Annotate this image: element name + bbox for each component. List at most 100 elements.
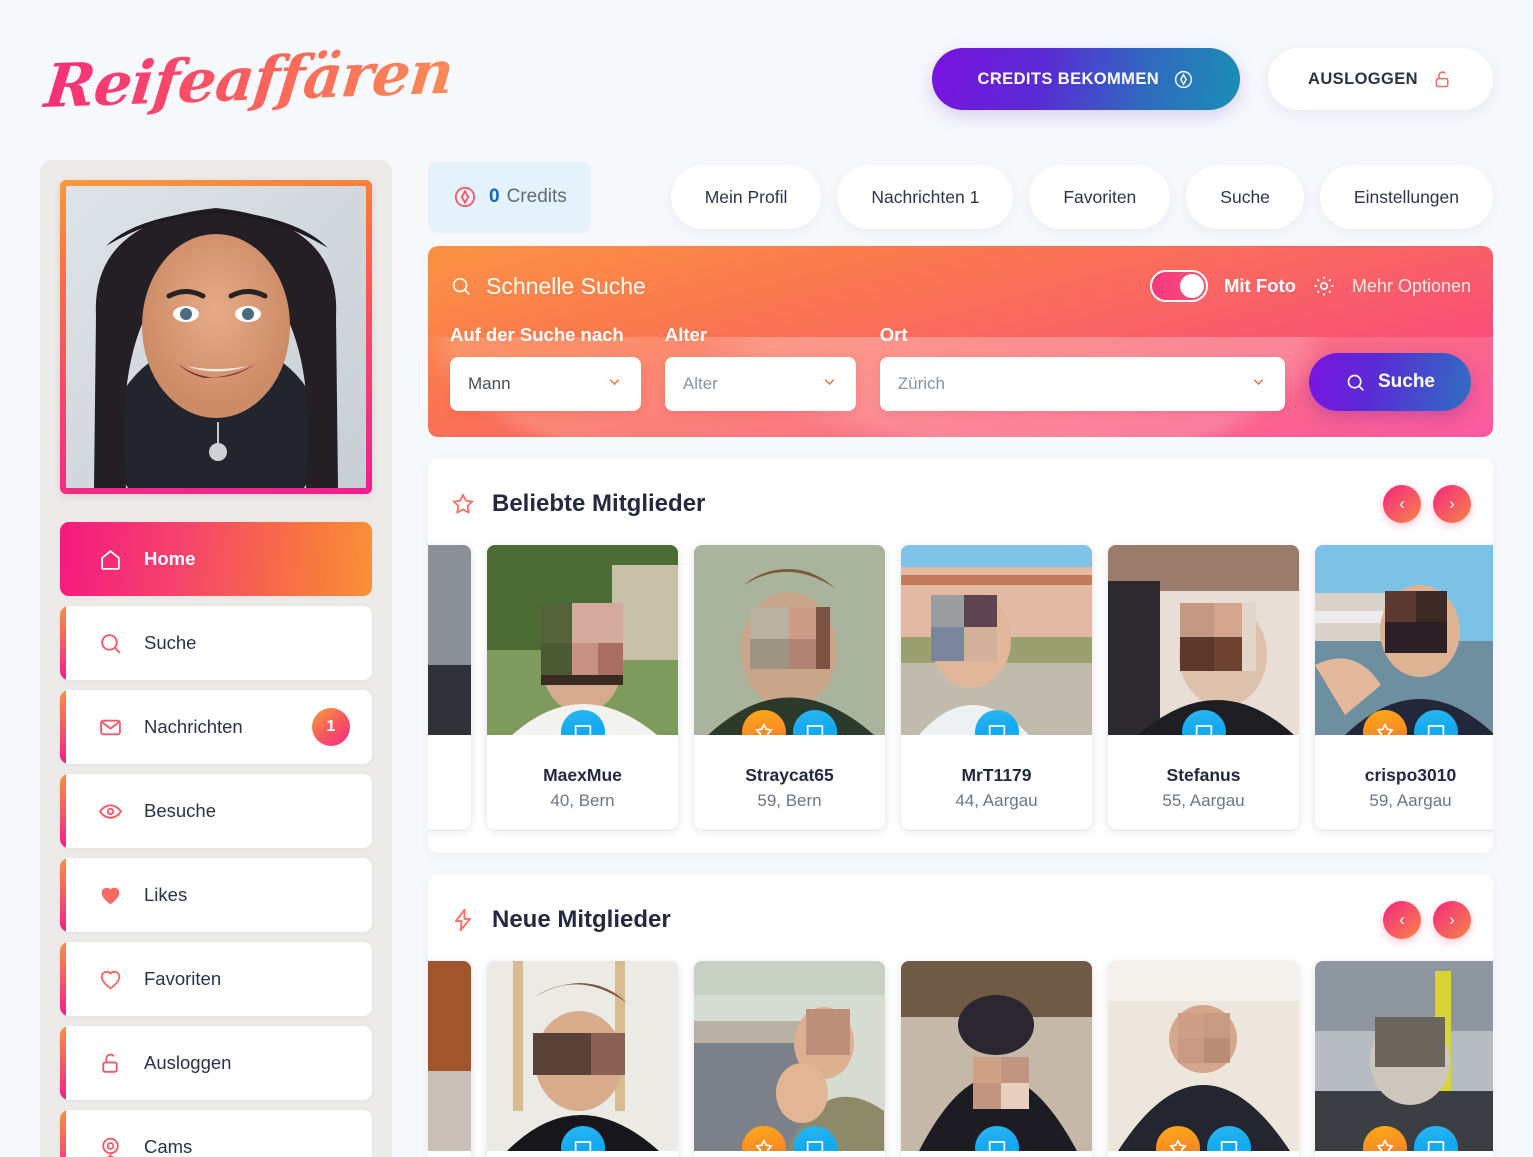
tab-mein-profil[interactable]: Mein Profil bbox=[670, 165, 822, 229]
mail-icon bbox=[98, 715, 128, 740]
member-photo bbox=[1315, 961, 1493, 1151]
tab-nachrichten[interactable]: Nachrichten 1 bbox=[837, 165, 1014, 229]
get-credits-button[interactable]: CREDITS BEKOMMEN bbox=[931, 48, 1241, 110]
more-options-link[interactable]: Mehr Optionen bbox=[1352, 276, 1471, 297]
member-info: MrT1179 44, Aargau bbox=[901, 735, 1092, 829]
member-name: MrT1179 bbox=[961, 765, 1032, 785]
sidebar-item-favoriten[interactable]: Favoriten bbox=[60, 942, 372, 1016]
nav-tabs: Mein Profil Nachrichten 1 Favoriten Such… bbox=[670, 165, 1493, 229]
favorite-button[interactable] bbox=[1363, 710, 1407, 735]
main-content: 0 Credits Mein Profil Nachrichten 1 Favo… bbox=[428, 160, 1493, 1157]
chat-button[interactable] bbox=[793, 1126, 837, 1151]
chat-button[interactable] bbox=[974, 710, 1019, 735]
favorite-button[interactable] bbox=[1363, 1126, 1407, 1151]
member-photo bbox=[487, 545, 678, 735]
age-value: Alter bbox=[682, 374, 718, 393]
get-credits-label: CREDITS BEKOMMEN bbox=[977, 69, 1160, 88]
location-select[interactable]: Zürich bbox=[879, 357, 1285, 411]
member-card[interactable]: crispo3010 59, Aargau bbox=[1315, 545, 1493, 829]
chat-button[interactable] bbox=[1414, 1126, 1458, 1151]
gear-icon[interactable] bbox=[1312, 274, 1336, 298]
credits-label: Credits bbox=[506, 186, 567, 207]
chat-button[interactable] bbox=[974, 1126, 1019, 1151]
chat-button[interactable] bbox=[1207, 1126, 1251, 1151]
member-card-partial[interactable] bbox=[428, 545, 471, 829]
carousel-next-button[interactable]: › bbox=[1433, 901, 1471, 939]
member-card[interactable]: Straycat65 59, Bern bbox=[694, 545, 885, 829]
field-looking-for: Auf der Suche nach Mann bbox=[450, 324, 641, 411]
carousel-prev-button[interactable]: ‹ bbox=[1383, 485, 1421, 523]
chevron-down-icon bbox=[606, 373, 623, 395]
member-actions bbox=[487, 710, 678, 735]
looking-for-value: Mann bbox=[468, 374, 511, 393]
popular-members-carousel[interactable]: MaexMue 40, Bern Straycat65 59, Bern MrT… bbox=[428, 545, 1493, 829]
member-actions bbox=[1108, 710, 1299, 735]
credits-badge[interactable]: 0 Credits bbox=[428, 161, 591, 233]
sidebar-item-suche[interactable]: Suche bbox=[60, 606, 372, 680]
chat-button[interactable] bbox=[1181, 710, 1226, 735]
member-actions bbox=[694, 710, 885, 735]
member-photo bbox=[901, 545, 1092, 735]
sidebar-item-label: Ausloggen bbox=[144, 1052, 232, 1073]
sidebar-item-cams[interactable]: Cams bbox=[60, 1110, 372, 1157]
page-layout: Home Suche Nachrichten 1 Besuche Likes F… bbox=[0, 160, 1533, 1157]
sidebar-item-nachrichten[interactable]: Nachrichten 1 bbox=[60, 690, 372, 764]
search-icon bbox=[450, 275, 472, 297]
favorite-button[interactable] bbox=[1156, 1126, 1200, 1151]
member-info: crispo3010 59, Aargau bbox=[1315, 735, 1493, 829]
member-card[interactable] bbox=[1108, 961, 1299, 1157]
favorite-button[interactable] bbox=[742, 1126, 786, 1151]
search-submit-button[interactable]: Suche bbox=[1308, 353, 1471, 411]
credit-diamond-icon bbox=[452, 184, 478, 210]
member-card[interactable] bbox=[487, 961, 678, 1157]
member-card[interactable]: MrT1179 44, Aargau bbox=[901, 545, 1092, 829]
sidebar-item-likes[interactable]: Likes bbox=[60, 858, 372, 932]
member-info bbox=[428, 1151, 471, 1157]
quick-search-input[interactable]: Schnelle Suche bbox=[450, 273, 646, 300]
member-card-partial[interactable] bbox=[428, 961, 471, 1157]
member-name: crispo3010 bbox=[1364, 765, 1457, 785]
member-card[interactable] bbox=[1315, 961, 1493, 1157]
star-outline-icon bbox=[450, 491, 476, 517]
member-card[interactable]: Stefanus 55, Aargau bbox=[1108, 545, 1299, 829]
member-photo bbox=[487, 961, 678, 1151]
member-photo bbox=[1108, 545, 1299, 735]
carousel-next-button[interactable]: › bbox=[1433, 485, 1471, 523]
chat-button[interactable] bbox=[560, 710, 605, 735]
member-card[interactable]: MaexMue 40, Bern bbox=[487, 545, 678, 829]
sidebar-item-besuche[interactable]: Besuche bbox=[60, 774, 372, 848]
chevron-down-icon bbox=[821, 373, 838, 395]
new-members-carousel[interactable] bbox=[428, 961, 1493, 1157]
field-label: Auf der Suche nach bbox=[450, 324, 624, 345]
member-meta: 55, Aargau bbox=[1162, 791, 1245, 810]
member-info: Stefanus 55, Aargau bbox=[1108, 735, 1299, 829]
with-photo-label: Mit Foto bbox=[1224, 275, 1296, 296]
sidebar-item-home[interactable]: Home bbox=[60, 522, 372, 596]
member-card[interactable] bbox=[694, 961, 885, 1157]
carousel-controls: ‹ › bbox=[1383, 485, 1471, 523]
profile-avatar-frame[interactable] bbox=[60, 180, 372, 494]
member-info: MaexMue 40, Bern bbox=[487, 735, 678, 829]
logout-label: AUSLOGGEN bbox=[1308, 69, 1418, 88]
tab-einstellungen[interactable]: Einstellungen bbox=[1319, 165, 1493, 229]
member-photo bbox=[1108, 961, 1299, 1151]
age-select[interactable]: Alter bbox=[664, 357, 856, 411]
with-photo-toggle[interactable] bbox=[1150, 270, 1208, 302]
chat-button[interactable] bbox=[560, 1126, 605, 1151]
logout-button[interactable]: AUSLOGGEN bbox=[1268, 48, 1493, 110]
sidebar-item-label: Likes bbox=[144, 884, 188, 905]
carousel-prev-button[interactable]: ‹ bbox=[1383, 901, 1421, 939]
heart-outline-icon bbox=[98, 967, 128, 992]
favorite-button[interactable] bbox=[742, 710, 786, 735]
tab-suche[interactable]: Suche bbox=[1186, 165, 1304, 229]
chat-button[interactable] bbox=[793, 710, 837, 735]
looking-for-select[interactable]: Mann bbox=[450, 357, 641, 411]
member-name: Stefanus bbox=[1166, 765, 1241, 785]
member-info bbox=[428, 735, 471, 783]
chat-button[interactable] bbox=[1414, 710, 1458, 735]
tab-favoriten[interactable]: Favoriten bbox=[1029, 165, 1171, 229]
field-label: Ort bbox=[879, 324, 908, 345]
sidebar-item-ausloggen[interactable]: Ausloggen bbox=[60, 1026, 372, 1100]
home-icon bbox=[98, 547, 128, 572]
member-card[interactable] bbox=[901, 961, 1092, 1157]
